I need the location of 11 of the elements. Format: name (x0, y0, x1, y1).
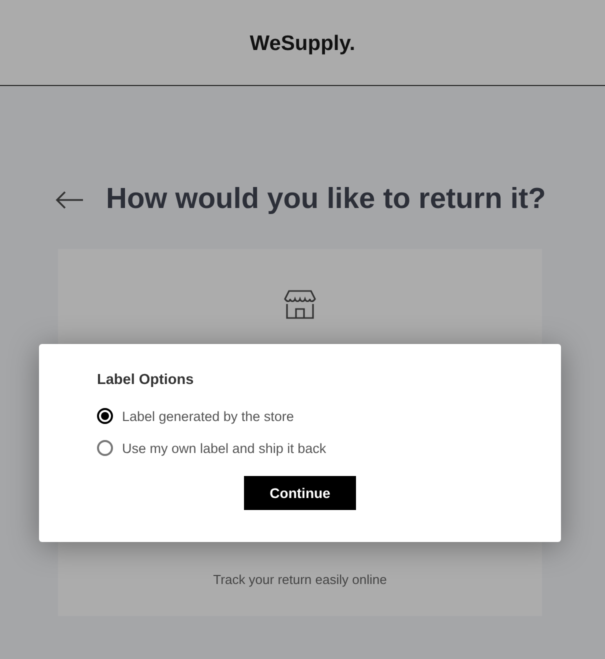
store-icon (283, 289, 317, 320)
radio-button[interactable] (97, 408, 113, 424)
modal-title: Label Options (97, 372, 195, 388)
radio-button[interactable] (97, 440, 113, 456)
option-label: Label generated by the store (122, 408, 294, 424)
option-label: Use my own label and ship it back (122, 440, 326, 456)
continue-button[interactable]: Continue (244, 476, 356, 510)
option-description: Track your return easily online (213, 572, 387, 587)
back-arrow-icon[interactable] (55, 190, 84, 208)
logo[interactable]: WeSupply. (250, 32, 356, 56)
page-title: How would you like to return it? (106, 183, 546, 216)
